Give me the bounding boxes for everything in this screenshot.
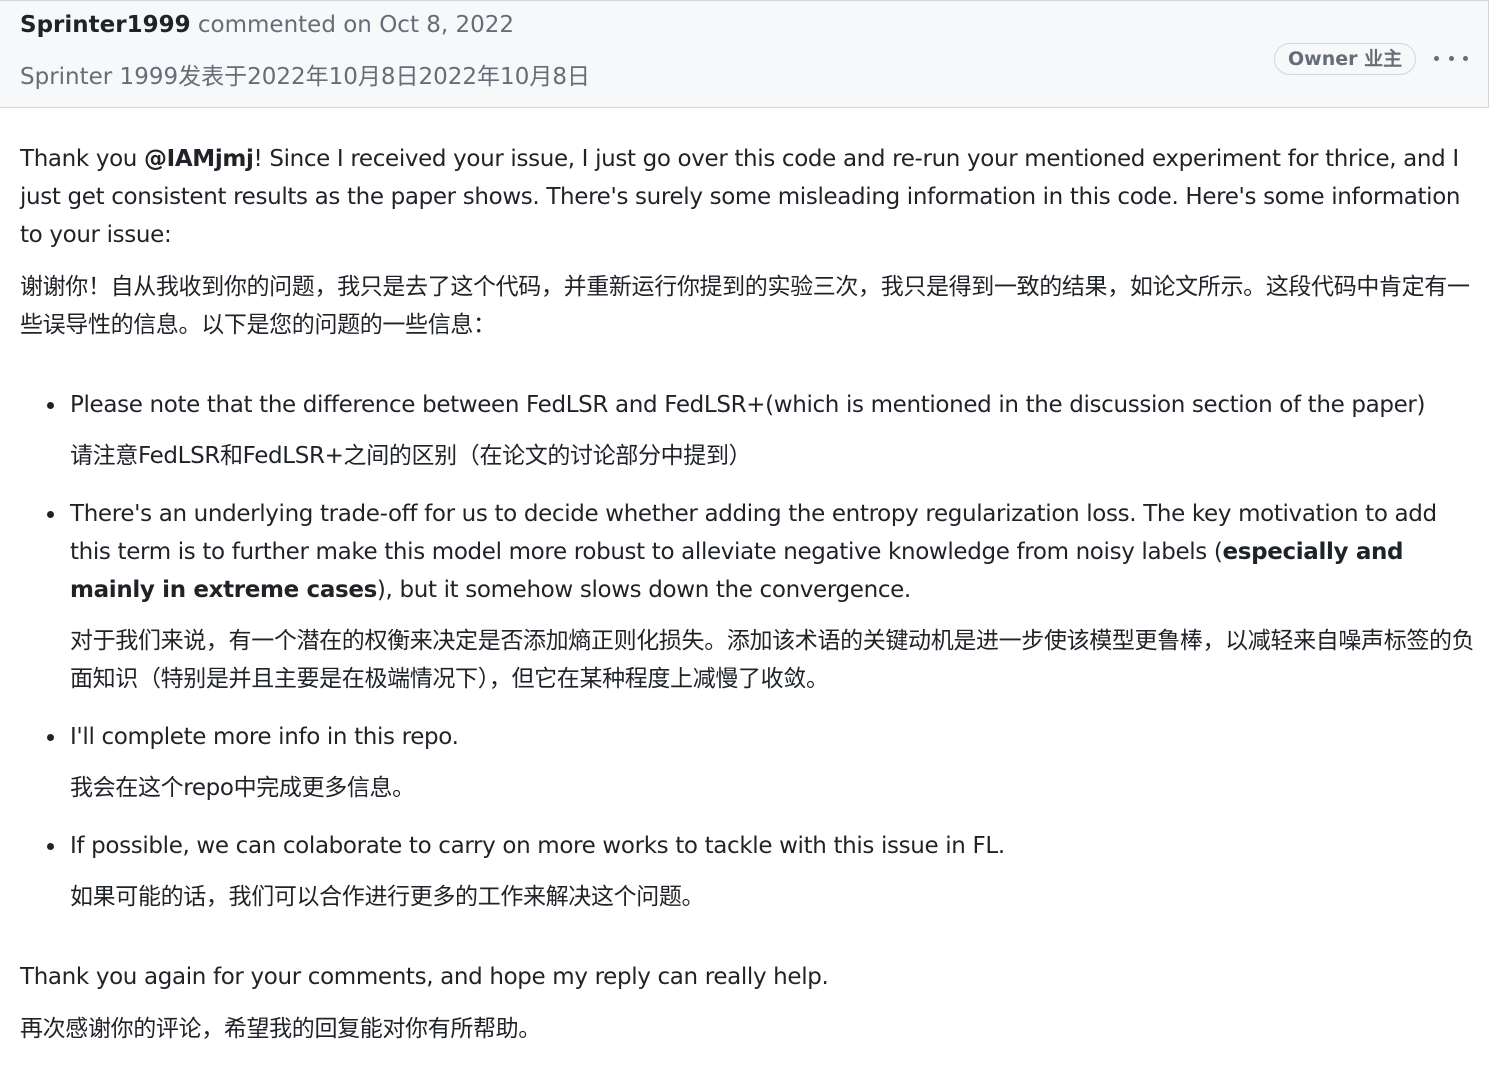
dot-icon: [1463, 55, 1468, 61]
list-item-translation: 我会在这个repo中完成更多信息。: [70, 775, 415, 801]
list-item-translation: 请注意FedLSR和FedLSR+之间的区别（在论文的讨论部分中提到）: [70, 443, 752, 469]
kebab-horizontal-icon[interactable]: [1434, 47, 1468, 69]
intro-paragraph: Thank you @IAMjmj! Since I received your…: [20, 146, 1461, 248]
list-item: Please note that the difference between …: [47, 386, 1475, 475]
user-mention-link[interactable]: @IAMjmj: [144, 146, 254, 172]
list-item: There's an underlying trade-off for us t…: [47, 495, 1475, 698]
translated-author-line: Sprinter 1999发表于2022年10月8日2022年10月8日: [20, 64, 590, 90]
closing-paragraph: Thank you again for your comments, and h…: [20, 964, 829, 990]
list-item-text: Please note that the difference between …: [70, 392, 1426, 418]
author-link[interactable]: Sprinter1999: [20, 12, 191, 38]
list-item-translation: 如果可能的话，我们可以合作进行更多的工作来解决这个问题。: [70, 884, 705, 910]
intro-translation: 谢谢你！自从我收到你的问题，我只是去了这个代码，并重新运行你提到的实验三次，我只…: [20, 274, 1470, 338]
closing-translation: 再次感谢你的评论，希望我的回复能对你有所帮助。: [20, 1016, 541, 1042]
list-item: If possible, we can colaborate to carry …: [47, 827, 1475, 916]
list-item: I'll complete more info in this repo. 我会…: [47, 718, 1475, 807]
list-item-text: I'll complete more info in this repo.: [70, 724, 459, 750]
dot-icon: [1448, 55, 1454, 61]
info-list: Please note that the difference between …: [20, 386, 1475, 916]
comment-body: Thank you @IAMjmj! Since I received your…: [20, 140, 1475, 1062]
list-item-translation: 对于我们来说，有一个潜在的权衡来决定是否添加熵正则化损失。添加该术语的关键动机是…: [70, 628, 1475, 692]
list-item-text: There's an underlying trade-off for us t…: [70, 501, 1437, 603]
owner-badge: Owner 业主: [1274, 43, 1417, 75]
commented-timestamp[interactable]: commented on Oct 8, 2022: [198, 12, 514, 38]
comment-author-line: Sprinter1999 commented on Oct 8, 2022: [20, 9, 514, 41]
list-item-text: If possible, we can colaborate to carry …: [70, 833, 1005, 859]
dot-icon: [1434, 55, 1439, 61]
comment-header: Sprinter1999 commented on Oct 8, 2022 Sp…: [0, 0, 1489, 108]
